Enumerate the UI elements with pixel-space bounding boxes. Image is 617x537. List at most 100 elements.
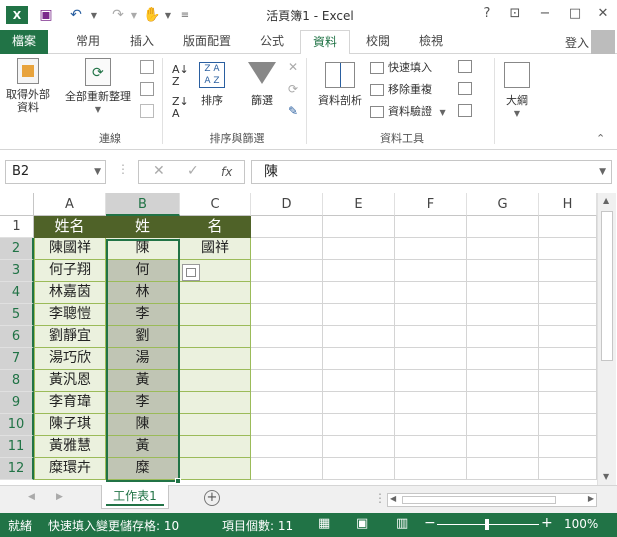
redo-icon[interactable]: ↷ xyxy=(108,6,128,24)
row-header[interactable]: 5 xyxy=(0,304,34,326)
clear-filter-icon[interactable]: ✕ xyxy=(288,60,298,74)
name-box[interactable]: B2 ▼ xyxy=(5,160,106,184)
cell-F8[interactable] xyxy=(395,370,467,392)
row-header[interactable]: 10 xyxy=(0,414,34,436)
cell-C11[interactable] xyxy=(180,436,251,458)
scroll-right-icon[interactable]: ▶ xyxy=(588,494,594,503)
cell-A10[interactable]: 陳子琪 xyxy=(34,414,106,436)
column-header[interactable]: F xyxy=(395,193,467,216)
cell-C4[interactable] xyxy=(180,282,251,304)
sheet-tab[interactable]: 工作表1 xyxy=(101,485,169,509)
cell-F4[interactable] xyxy=(395,282,467,304)
sort-descending-icon[interactable]: Z↓ A xyxy=(172,96,189,120)
zoom-slider-thumb[interactable] xyxy=(485,519,489,530)
cell-C10[interactable] xyxy=(180,414,251,436)
cell-C1[interactable]: 名 xyxy=(180,216,251,238)
cell-E1[interactable] xyxy=(323,216,395,238)
cell-G5[interactable] xyxy=(467,304,539,326)
cell-H7[interactable] xyxy=(539,348,597,370)
remove-duplicates-button[interactable]: 移除重複 xyxy=(370,82,432,98)
touch-mode-icon[interactable]: ✋ xyxy=(142,6,162,24)
cell-F1[interactable] xyxy=(395,216,467,238)
cell-C2[interactable]: 國祥 xyxy=(180,238,251,260)
expand-formula-icon[interactable]: ▼ xyxy=(599,161,606,183)
cell-B2[interactable]: 陳 xyxy=(106,238,180,260)
page-break-view-icon[interactable]: ▥ xyxy=(396,516,408,531)
cell-A6[interactable]: 劉靜宜 xyxy=(34,326,106,348)
undo-dropdown-icon[interactable]: ▼ xyxy=(88,6,100,24)
tab-split-grip-icon[interactable]: ⋮ xyxy=(374,491,386,505)
cell-G1[interactable] xyxy=(467,216,539,238)
row-header[interactable]: 9 xyxy=(0,392,34,414)
maximize-icon[interactable]: □ xyxy=(562,4,588,24)
column-header[interactable]: A xyxy=(34,193,106,216)
close-icon[interactable]: ✕ xyxy=(590,4,616,24)
cell-G2[interactable] xyxy=(467,238,539,260)
column-header[interactable]: G xyxy=(467,193,539,216)
cell-G10[interactable] xyxy=(467,414,539,436)
cell-D8[interactable] xyxy=(251,370,323,392)
cell-B10[interactable]: 陳 xyxy=(106,414,180,436)
next-sheet-icon[interactable]: ▶ xyxy=(56,492,63,502)
cell-H4[interactable] xyxy=(539,282,597,304)
cell-F6[interactable] xyxy=(395,326,467,348)
cell-H12[interactable] xyxy=(539,458,597,480)
row-header[interactable]: 8 xyxy=(0,370,34,392)
cell-D1[interactable] xyxy=(251,216,323,238)
connections-icon[interactable] xyxy=(140,60,154,74)
formula-bar-grip-icon[interactable]: ⋮ xyxy=(117,162,129,176)
row-header[interactable]: 11 xyxy=(0,436,34,458)
cell-E8[interactable] xyxy=(323,370,395,392)
cell-G11[interactable] xyxy=(467,436,539,458)
cell-B7[interactable]: 湯 xyxy=(106,348,180,370)
cell-E3[interactable] xyxy=(323,260,395,282)
column-header[interactable]: H xyxy=(539,193,597,216)
cancel-icon[interactable]: ✕ xyxy=(153,163,165,179)
cell-A4[interactable]: 林嘉茵 xyxy=(34,282,106,304)
tab-file[interactable]: 檔案 xyxy=(0,30,48,54)
cell-A9[interactable]: 李育瑋 xyxy=(34,392,106,414)
cell-E5[interactable] xyxy=(323,304,395,326)
undo-icon[interactable]: ↶ xyxy=(66,6,86,24)
cell-F3[interactable] xyxy=(395,260,467,282)
cell-G8[interactable] xyxy=(467,370,539,392)
cell-C8[interactable] xyxy=(180,370,251,392)
cell-D11[interactable] xyxy=(251,436,323,458)
tab-home[interactable]: 常用 xyxy=(62,30,114,54)
horizontal-scrollbar[interactable]: ◀ ▶ xyxy=(387,493,597,507)
formula-input[interactable]: 陳 ▼ xyxy=(251,160,612,184)
scroll-down-icon[interactable]: ▼ xyxy=(603,472,609,481)
zoom-in-icon[interactable]: + xyxy=(541,515,553,531)
scrollbar-thumb[interactable] xyxy=(402,496,556,504)
row-header[interactable]: 3 xyxy=(0,260,34,282)
normal-view-icon[interactable]: ▦ xyxy=(318,516,330,531)
select-all-corner[interactable] xyxy=(0,193,34,216)
cell-B6[interactable]: 劉 xyxy=(106,326,180,348)
cell-F9[interactable] xyxy=(395,392,467,414)
flash-fill-button[interactable]: 快速填入 xyxy=(370,60,432,76)
cell-C5[interactable] xyxy=(180,304,251,326)
cell-D3[interactable] xyxy=(251,260,323,282)
cell-D12[interactable] xyxy=(251,458,323,480)
customize-qat-icon[interactable]: ≡ xyxy=(178,6,192,24)
properties-icon[interactable] xyxy=(140,82,154,96)
cell-E9[interactable] xyxy=(323,392,395,414)
cell-H1[interactable] xyxy=(539,216,597,238)
text-to-columns-button[interactable]: 資料剖析 xyxy=(312,62,368,107)
add-sheet-icon[interactable]: + xyxy=(204,490,220,506)
cell-A2[interactable]: 陳國祥 xyxy=(34,238,106,260)
cell-E7[interactable] xyxy=(323,348,395,370)
tab-data[interactable]: 資料 xyxy=(300,30,350,55)
row-header[interactable]: 1 xyxy=(0,216,34,238)
row-header[interactable]: 12 xyxy=(0,458,34,480)
row-header[interactable]: 4 xyxy=(0,282,34,304)
column-header[interactable]: C xyxy=(180,193,251,216)
cell-E10[interactable] xyxy=(323,414,395,436)
cell-B5[interactable]: 李 xyxy=(106,304,180,326)
cell-G4[interactable] xyxy=(467,282,539,304)
cell-B8[interactable]: 黃 xyxy=(106,370,180,392)
zoom-out-icon[interactable]: − xyxy=(424,515,436,531)
cell-D7[interactable] xyxy=(251,348,323,370)
tab-view[interactable]: 檢視 xyxy=(406,30,456,54)
cell-C12[interactable] xyxy=(180,458,251,480)
